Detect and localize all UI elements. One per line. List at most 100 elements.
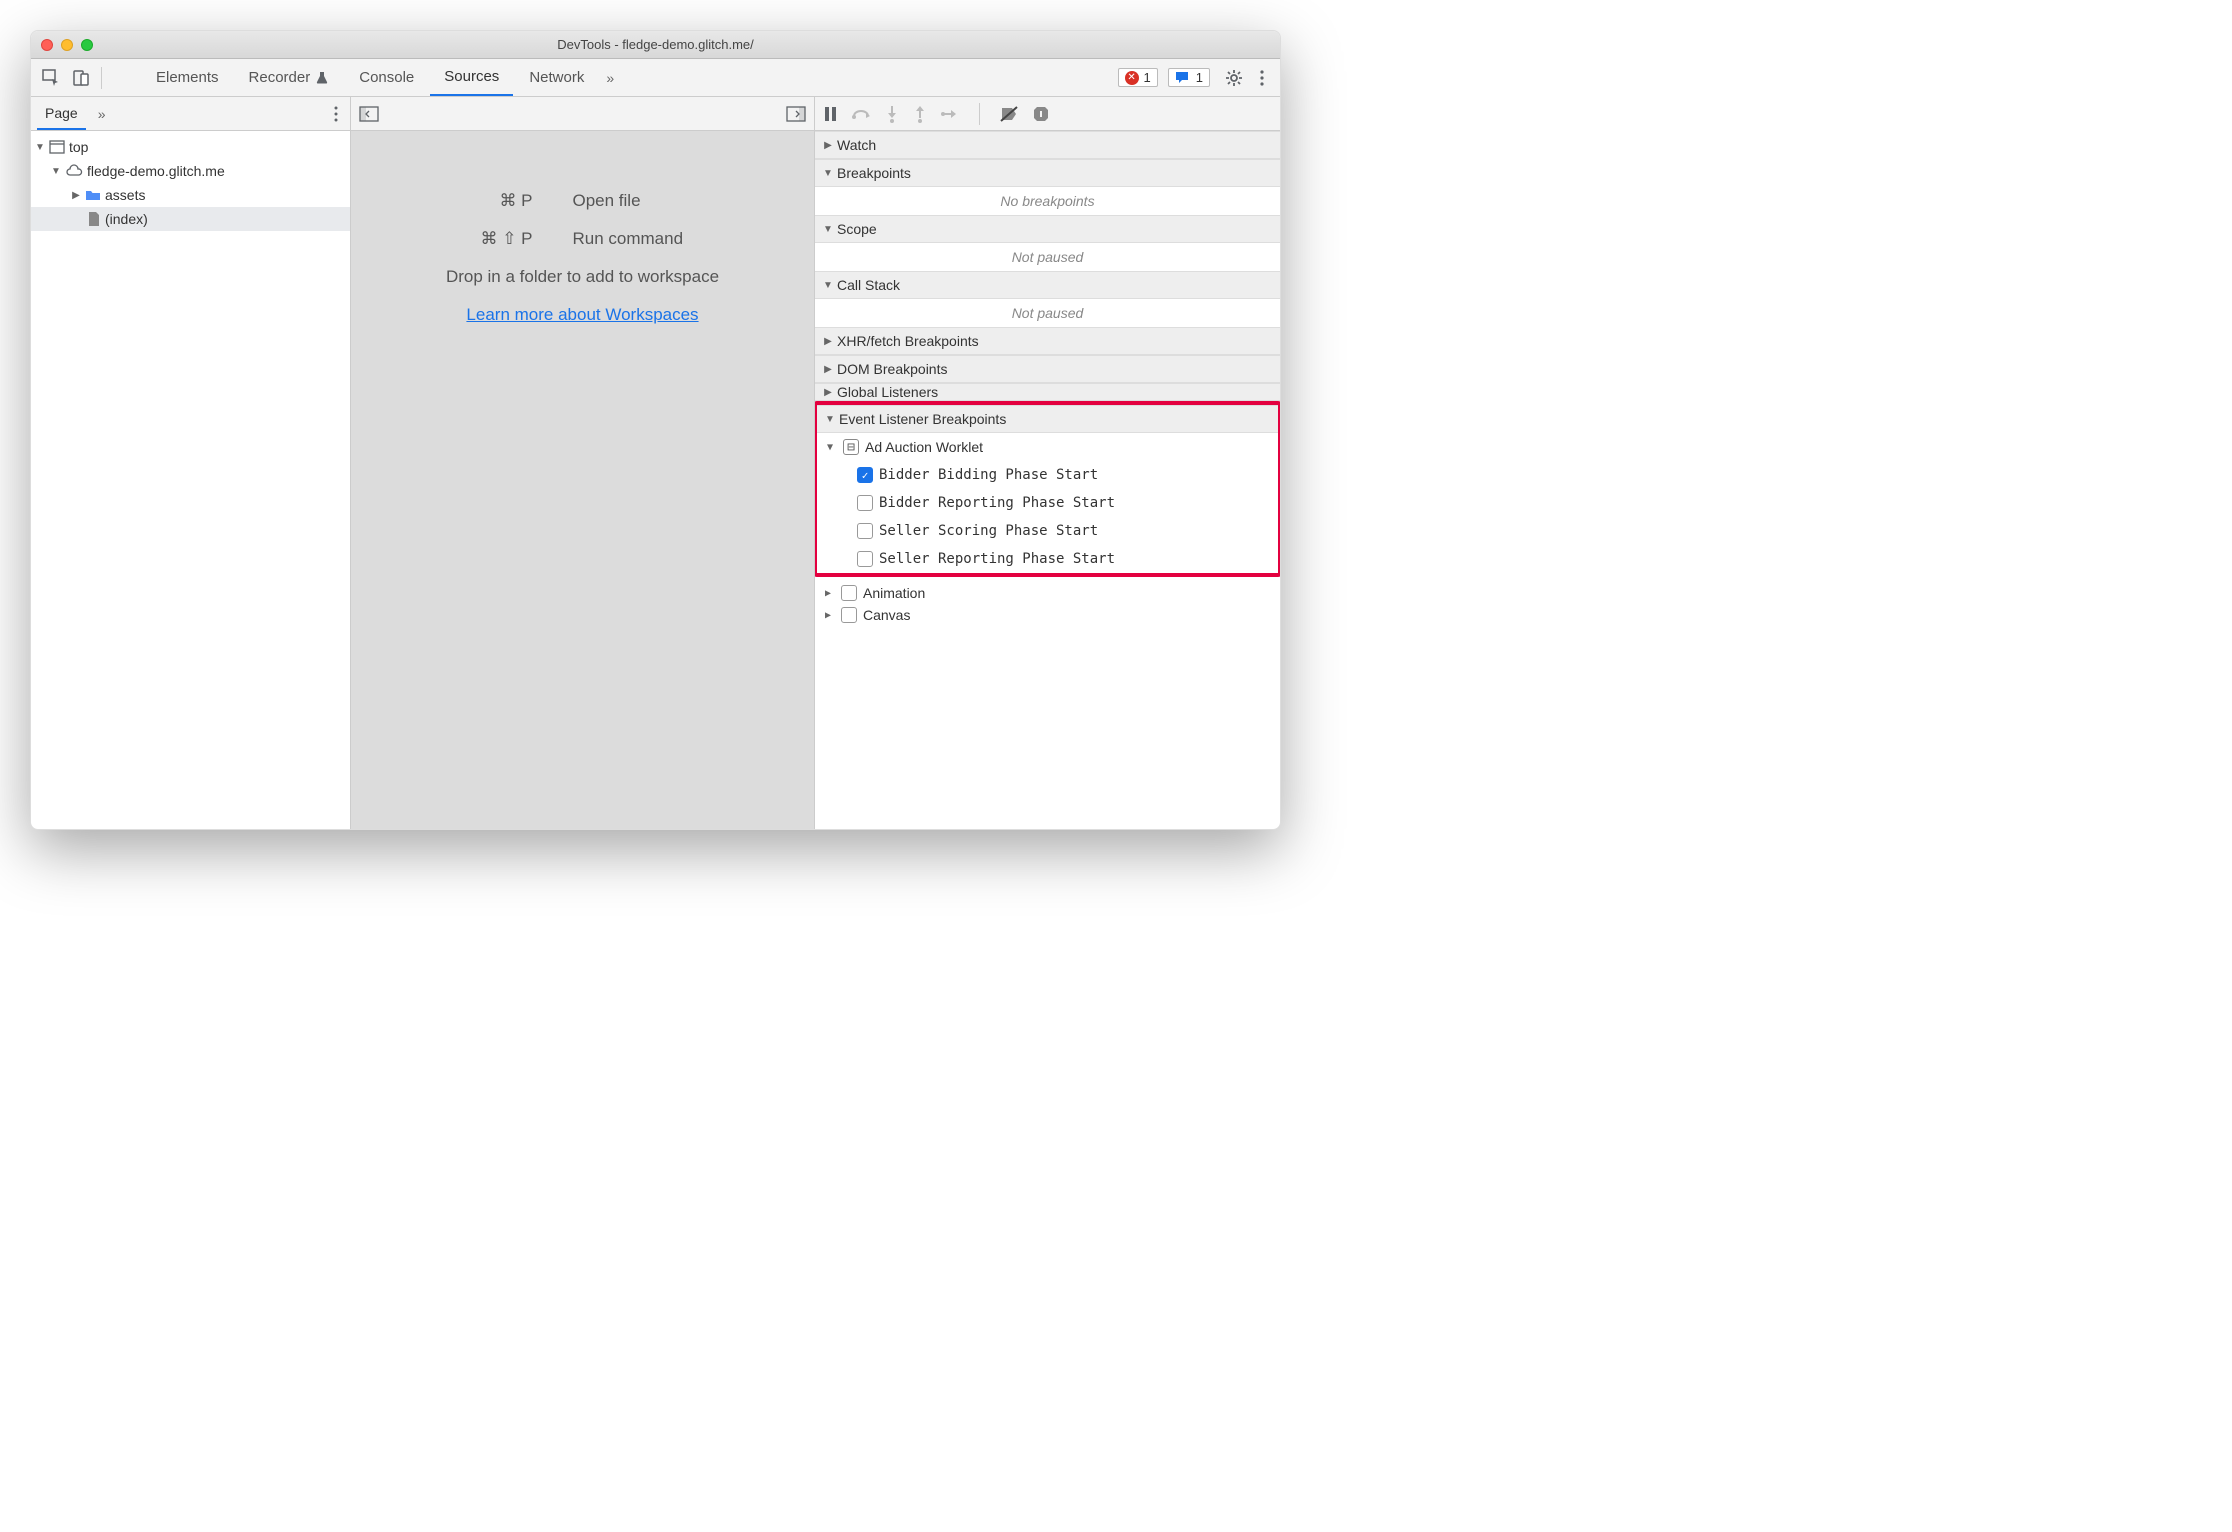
ad-auction-worklet-group: ▼ ⊟ Ad Auction Worklet ✓ Bidder Bidding … [817, 433, 1278, 573]
editor-pane: ⌘ P Open file ⌘ ⇧ P Run command Drop in … [351, 97, 815, 829]
xhr-breakpoints-section[interactable]: ▶ XHR/fetch Breakpoints [815, 327, 1280, 355]
group-name: Ad Auction Worklet [865, 439, 983, 455]
open-file-shortcut: ⌘ P [393, 191, 533, 211]
inspect-element-icon[interactable] [41, 68, 61, 88]
scope-label: Scope [837, 221, 877, 237]
event-label: Bidder Bidding Phase Start [879, 467, 1098, 483]
breakpoints-label: Breakpoints [837, 165, 911, 181]
step-into-icon[interactable] [885, 105, 899, 123]
panel-tabs: Elements Recorder Console Sources Networ… [142, 59, 620, 96]
event-label: Bidder Reporting Phase Start [879, 495, 1115, 511]
tab-console[interactable]: Console [345, 59, 428, 96]
tab-network[interactable]: Network [515, 59, 598, 96]
global-listeners-section[interactable]: ▶ Global Listeners [815, 383, 1280, 401]
tree-top-frame[interactable]: ▼ top [31, 135, 350, 159]
checkbox-unchecked[interactable] [841, 607, 857, 623]
checkbox-unchecked[interactable] [857, 523, 873, 539]
group-checkbox-indeterminate[interactable]: ⊟ [843, 439, 859, 455]
tab-recorder[interactable]: Recorder [235, 59, 344, 96]
chevron-right-icon: ▶ [823, 336, 833, 347]
navigator-more-icon[interactable] [328, 104, 344, 124]
event-bidder-bidding-start[interactable]: ✓ Bidder Bidding Phase Start [857, 461, 1278, 489]
file-tree: ▼ top ▼ fledge-demo.glitch.me ▶ assets (… [31, 131, 350, 829]
watch-section[interactable]: ▶ Watch [815, 131, 1280, 159]
ad-auction-worklet-header[interactable]: ▼ ⊟ Ad Auction Worklet [827, 433, 1278, 461]
tree-origin[interactable]: ▼ fledge-demo.glitch.me [31, 159, 350, 183]
chevron-right-icon: ▶ [823, 387, 833, 398]
callstack-empty: Not paused [815, 299, 1280, 327]
breakpoints-section[interactable]: ▼ Breakpoints [815, 159, 1280, 187]
message-count-badge[interactable]: 1 [1168, 68, 1210, 87]
event-group-canvas[interactable]: ▶ Canvas [825, 607, 1280, 623]
chevron-right-icon: ▶ [825, 610, 835, 621]
event-bidder-reporting-start[interactable]: Bidder Reporting Phase Start [857, 489, 1278, 517]
tree-folder-label: assets [105, 187, 145, 203]
tree-file-index[interactable]: (index) [31, 207, 350, 231]
more-navigator-tabs-icon[interactable]: » [92, 106, 112, 122]
error-count: 1 [1144, 70, 1151, 85]
pause-on-exceptions-icon[interactable] [1032, 105, 1050, 123]
tree-folder-assets[interactable]: ▶ assets [31, 183, 350, 207]
more-tabs-icon[interactable]: » [600, 70, 620, 86]
page-tab[interactable]: Page [37, 97, 86, 130]
kebab-menu-icon[interactable] [1254, 68, 1270, 88]
scope-empty: Not paused [815, 243, 1280, 271]
chevron-down-icon: ▼ [35, 142, 45, 153]
event-listener-breakpoints-section[interactable]: ▼Event Listener Breakpoints [817, 405, 1278, 433]
event-group-animation[interactable]: ▶ Animation [825, 579, 1280, 607]
learn-workspaces-link[interactable]: Learn more about Workspaces [466, 305, 698, 325]
navigator-pane: Page » ▼ top ▼ fledge-demo.glitch.me [31, 97, 351, 829]
editor-header [351, 97, 814, 131]
debugger-pane: ▶Watch ▼Breakpoints No breakpoints ▼Scop… [815, 97, 1280, 829]
error-count-badge[interactable]: ✕ 1 [1118, 68, 1158, 87]
checkbox-unchecked[interactable] [857, 551, 873, 567]
show-debugger-icon[interactable] [786, 106, 806, 122]
step-icon[interactable] [941, 107, 959, 121]
editor-placeholder: ⌘ P Open file ⌘ ⇧ P Run command Drop in … [351, 131, 814, 829]
event-seller-reporting-start[interactable]: Seller Reporting Phase Start [857, 545, 1278, 573]
flask-icon [315, 71, 329, 85]
xhr-label: XHR/fetch Breakpoints [837, 333, 979, 349]
checkbox-unchecked[interactable] [857, 495, 873, 511]
debugger-sections: ▶Watch ▼Breakpoints No breakpoints ▼Scop… [815, 131, 1280, 829]
device-mode-icon[interactable] [71, 68, 91, 88]
chevron-down-icon: ▼ [823, 168, 833, 179]
tree-top-label: top [69, 139, 88, 155]
window-titlebar: DevTools - fledge-demo.glitch.me/ [31, 31, 1280, 59]
deactivate-breakpoints-icon[interactable] [1000, 106, 1018, 122]
chevron-right-icon: ▶ [825, 588, 835, 599]
tab-recorder-label: Recorder [249, 69, 311, 86]
show-navigator-icon[interactable] [359, 106, 379, 122]
checkbox-unchecked[interactable] [841, 585, 857, 601]
drop-folder-hint: Drop in a folder to add to workspace [446, 267, 719, 287]
tab-elements[interactable]: Elements [142, 59, 233, 96]
cloud-icon [65, 164, 83, 178]
watch-label: Watch [837, 137, 876, 153]
pause-icon[interactable] [823, 106, 837, 122]
chevron-right-icon: ▶ [823, 140, 833, 151]
group-name: Canvas [863, 607, 910, 623]
step-out-icon[interactable] [913, 105, 927, 123]
callstack-section[interactable]: ▼Call Stack [815, 271, 1280, 299]
event-seller-scoring-start[interactable]: Seller Scoring Phase Start [857, 517, 1278, 545]
dom-breakpoints-section[interactable]: ▶DOM Breakpoints [815, 355, 1280, 383]
scope-section[interactable]: ▼Scope [815, 215, 1280, 243]
error-icon: ✕ [1125, 71, 1139, 85]
tree-origin-label: fledge-demo.glitch.me [87, 163, 225, 179]
separator [101, 67, 102, 89]
checkbox-checked[interactable]: ✓ [857, 467, 873, 483]
chevron-right-icon: ▶ [823, 364, 833, 375]
main-toolbar: Elements Recorder Console Sources Networ… [31, 59, 1280, 97]
settings-icon[interactable] [1224, 68, 1244, 88]
debugger-toolbar [815, 97, 1280, 131]
event-label: Seller Scoring Phase Start [879, 523, 1098, 539]
run-command-label: Run command [573, 229, 773, 249]
file-icon [87, 211, 101, 227]
event-listener-label: Event Listener Breakpoints [839, 411, 1006, 427]
tree-file-label: (index) [105, 211, 148, 227]
global-label: Global Listeners [837, 384, 938, 400]
navigator-tabs: Page » [31, 97, 350, 131]
open-file-label: Open file [573, 191, 773, 211]
tab-sources[interactable]: Sources [430, 59, 513, 96]
step-over-icon[interactable] [851, 106, 871, 122]
